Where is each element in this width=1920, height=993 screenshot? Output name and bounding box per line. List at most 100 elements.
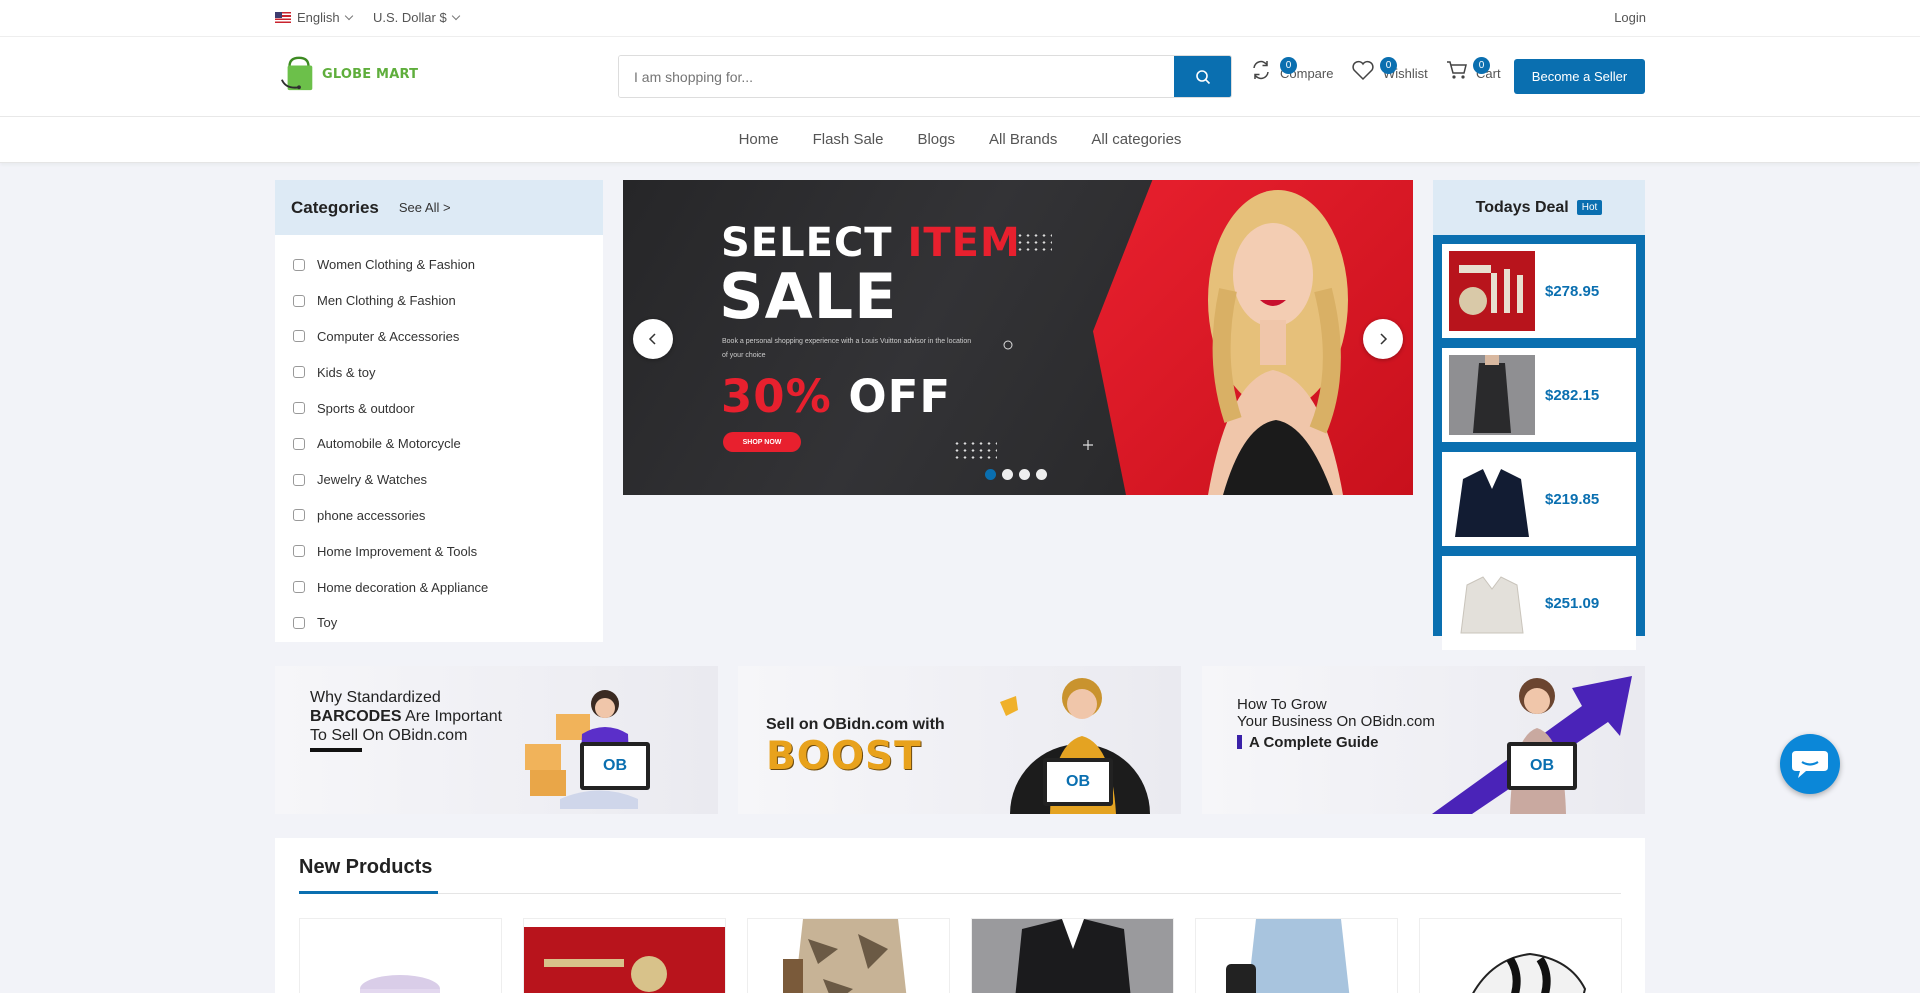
product-card[interactable] xyxy=(971,918,1174,993)
hero-slider[interactable]: SELECT ITEM SALE Book a personal shoppin… xyxy=(623,180,1413,495)
slider-dots xyxy=(985,469,1053,480)
login-link[interactable]: Login xyxy=(1614,10,1646,25)
deal-item[interactable]: $251.09 xyxy=(1442,556,1636,650)
category-label: Women Clothing & Fashion xyxy=(317,257,476,273)
banner-laptop: OB xyxy=(1507,742,1577,790)
product-image xyxy=(360,975,440,993)
product-card[interactable] xyxy=(747,918,950,993)
category-icon xyxy=(293,330,305,343)
category-item[interactable]: Home Improvement & Tools xyxy=(275,533,603,569)
banner-text: How To Grow Your Business On OBidn.com xyxy=(1237,696,1435,730)
title-underline xyxy=(299,891,438,894)
category-item[interactable]: Men Clothing & Fashion xyxy=(275,283,603,319)
category-item[interactable]: phone accessories xyxy=(275,498,603,534)
category-item[interactable]: Kids & toy xyxy=(275,354,603,390)
deal-product-image xyxy=(1449,251,1535,331)
category-item[interactable]: Women Clothing & Fashion xyxy=(275,247,603,283)
deal-price: $282.15 xyxy=(1545,386,1600,404)
compare-count-badge: 0 xyxy=(1280,57,1297,74)
decor-plus xyxy=(1083,440,1093,450)
banner-arrow-illustration xyxy=(1432,676,1632,814)
shop-now-button[interactable]: SHOP NOW xyxy=(723,432,801,452)
chat-bubble-icon xyxy=(1792,751,1828,778)
product-image xyxy=(1472,952,1587,993)
category-icon xyxy=(293,581,305,594)
category-label: Jewelry & Watches xyxy=(317,472,428,488)
slider-dot[interactable] xyxy=(985,469,996,480)
slider-dot[interactable] xyxy=(1019,469,1030,480)
banner-boost[interactable]: Sell on OBidn.com with BOOST OB xyxy=(738,666,1181,814)
category-icon xyxy=(293,545,305,558)
category-icon xyxy=(293,473,305,486)
shopping-bag-logo-icon xyxy=(281,56,313,91)
deal-product-image xyxy=(1449,563,1535,643)
nav-home[interactable]: Home xyxy=(739,131,779,148)
category-item[interactable]: Automobile & Motorcycle xyxy=(275,426,603,462)
search-icon xyxy=(1195,69,1210,84)
wishlist-link[interactable]: 0 Wishlist xyxy=(1351,57,1428,81)
category-icon xyxy=(293,294,305,307)
categories-title: Categories xyxy=(291,197,379,217)
us-flag-icon xyxy=(275,12,291,23)
category-item[interactable]: Jewelry & Watches xyxy=(275,462,603,498)
category-item[interactable]: Toy xyxy=(275,605,603,641)
slider-next-button[interactable] xyxy=(1363,319,1403,359)
product-card[interactable] xyxy=(299,918,502,993)
banner-grow-business[interactable]: How To Grow Your Business On OBidn.com A… xyxy=(1202,666,1645,814)
deal-product-image xyxy=(1449,355,1535,435)
search-bar xyxy=(618,55,1232,98)
search-button[interactable] xyxy=(1174,56,1231,97)
language-selector[interactable]: English xyxy=(275,10,353,25)
todays-deal-panel: Todays Deal Hot $278.95 $282.15 $219.85 … xyxy=(1433,180,1645,650)
chat-button[interactable] xyxy=(1780,734,1840,794)
chevron-down-icon xyxy=(451,11,460,20)
search-input[interactable] xyxy=(619,56,1174,97)
heart-icon xyxy=(1352,60,1374,81)
slider-dot[interactable] xyxy=(1036,469,1047,480)
deal-item[interactable]: $219.85 xyxy=(1442,452,1636,546)
deal-price: $278.95 xyxy=(1545,282,1600,300)
categories-panel: Categories See All > Women Clothing & Fa… xyxy=(275,180,603,642)
become-seller-button[interactable]: Become a Seller xyxy=(1514,59,1645,94)
category-icon xyxy=(293,258,305,271)
nav-flash-sale[interactable]: Flash Sale xyxy=(813,131,884,148)
category-item[interactable]: Sports & outdoor xyxy=(275,390,603,426)
category-icon xyxy=(293,366,305,379)
banner-laptop: OB xyxy=(580,742,650,790)
nav-all-brands[interactable]: All Brands xyxy=(989,131,1057,148)
logo[interactable]: GLOBE MART xyxy=(280,55,418,93)
deal-price: $219.85 xyxy=(1545,490,1600,508)
deal-item[interactable]: $282.15 xyxy=(1442,348,1636,442)
product-card[interactable] xyxy=(1419,918,1622,993)
slider-dot[interactable] xyxy=(1002,469,1013,480)
nav-all-categories[interactable]: All categories xyxy=(1091,131,1181,148)
category-label: Automobile & Motorcycle xyxy=(317,436,461,452)
banner-barcodes[interactable]: Why Standardized BARCODES Are Important … xyxy=(275,666,718,814)
decor-dots xyxy=(953,440,997,462)
banner-text: Sell on OBidn.com with xyxy=(766,716,945,733)
decor-circle xyxy=(1003,340,1013,350)
deal-item[interactable]: $278.95 xyxy=(1442,244,1636,338)
category-item[interactable]: Computer & Accessories xyxy=(275,319,603,355)
compare-link[interactable]: 0 Compare xyxy=(1250,57,1333,81)
category-item[interactable]: Home decoration & Appliance xyxy=(275,569,603,605)
cart-count-badge: 0 xyxy=(1473,57,1490,74)
slider-prev-button[interactable] xyxy=(633,319,673,359)
cart-link[interactable]: 0 Cart xyxy=(1446,57,1501,81)
currency-selector[interactable]: U.S. Dollar $ xyxy=(373,10,460,25)
category-label: Toy xyxy=(317,615,338,631)
product-card[interactable] xyxy=(1195,918,1398,993)
see-all-link[interactable]: See All > xyxy=(399,200,451,215)
new-products-title: New Products xyxy=(299,856,433,878)
chevron-down-icon xyxy=(344,11,353,20)
category-icon xyxy=(293,509,305,522)
product-image xyxy=(783,919,907,993)
category-icon xyxy=(293,616,305,629)
slide-description: Book a personal shopping experience with… xyxy=(722,338,972,359)
product-image xyxy=(524,919,725,992)
category-label: Home decoration & Appliance xyxy=(317,579,489,595)
todays-deal-title: Todays Deal xyxy=(1475,198,1569,216)
category-label: Computer & Accessories xyxy=(317,328,460,344)
nav-blogs[interactable]: Blogs xyxy=(917,131,955,148)
product-card[interactable] xyxy=(523,918,726,993)
